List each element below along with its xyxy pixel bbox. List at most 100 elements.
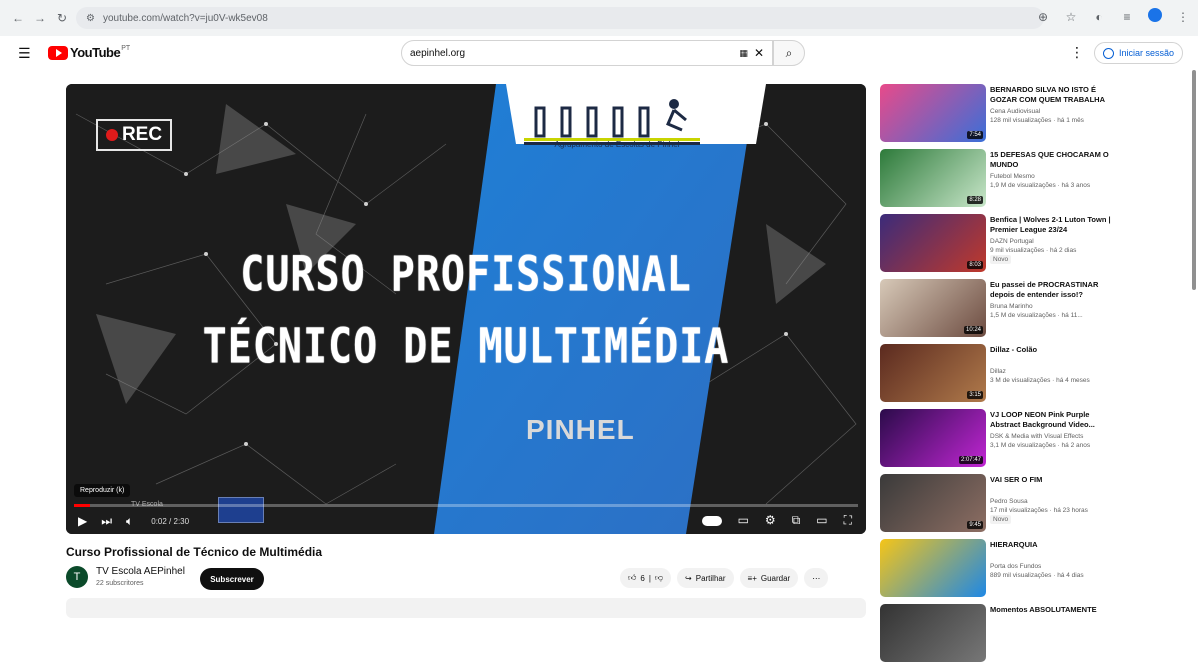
recommended-channel[interactable]: Dillaz [990,367,1114,376]
rec-badge: REC [96,119,172,151]
duration-badge: 9:45 [967,521,983,529]
recommended-video[interactable]: 7:54 BERNARDO SILVA NO ISTO É GOZAR COM Q… [880,84,1120,148]
duration-badge: 7:54 [967,131,983,139]
youtube-play-icon [48,45,68,60]
menu-icon[interactable]: ☰ [18,45,31,62]
browser-actions: ⊕ ☆ ◐ ≡ ⋮ [1034,8,1192,25]
settings-gear-icon[interactable]: ⚙ [765,513,776,529]
duration-badge: 8:28 [967,196,983,204]
video-thumbnail[interactable]: 3:15 [880,344,986,402]
divider: | [648,573,651,583]
video-overlay-title-line1: CURSO PROFISSIONAL [240,247,692,303]
recommended-video[interactable]: 9:45 VAI SER O FIM Pedro Sousa 17 mil visua… [880,474,1120,538]
more-actions-button[interactable]: ⋯ [804,568,829,588]
youtube-logo[interactable]: YouTube PT [48,45,130,60]
search-button[interactable]: ⌕ [773,40,805,66]
recommended-title[interactable]: VAI SER O FIM [990,475,1114,485]
video-thumbnail[interactable] [880,539,986,597]
extensions-icon[interactable]: ◐ [1090,10,1108,24]
translate-icon[interactable]: ⊕ [1034,10,1052,24]
recommended-channel[interactable]: Cena Audiovisual [990,107,1114,116]
recommended-meta: 1,5 M de visualizações · há 11... [990,312,1083,319]
site-info-icon[interactable]: ⚙ [86,13,95,24]
record-dot-icon [105,129,118,141]
clear-icon[interactable]: ✕ [754,46,764,60]
bookmark-star-icon[interactable]: ☆ [1062,10,1080,24]
play-icon[interactable]: ▶ [78,514,87,528]
video-thumbnail[interactable]: 7:54 [880,84,986,142]
video-thumbnail[interactable]: 10:24 [880,279,986,337]
recommended-channel[interactable]: Pedro Sousa [990,497,1114,506]
thumbs-up-icon: 👍︎ [628,573,637,582]
recommended-title[interactable]: Momentos ABSOLUTAMENTE [990,605,1114,615]
recommended-title[interactable]: Benfica | Wolves 2-1 Luton Town | Premie… [990,215,1114,235]
recommended-title[interactable]: BERNARDO SILVA NO ISTO É GOZAR COM QUEM … [990,85,1114,105]
save-button[interactable]: ≡+ Guardar [739,568,799,588]
forward-icon[interactable]: → [30,8,50,28]
like-count: 6 [640,573,645,583]
duration-badge: 3:15 [967,391,983,399]
recommended-video[interactable]: Momentos ABSOLUTAMENTE [880,604,1120,668]
recommended-channel[interactable]: Bruna Marinho [990,302,1114,311]
miniplayer-icon[interactable]: ⧉ [792,513,801,529]
play-tooltip: Reproduzir (k) [74,484,131,497]
reload-icon[interactable]: ↻ [52,8,72,28]
school-name: Agrupamento de Escolas de Pinhel [554,140,680,149]
video-thumbnail[interactable] [880,604,986,662]
subscribe-button[interactable]: Subscrever [200,568,264,590]
recommended-title[interactable]: HIERARQUIA [990,540,1114,550]
rec-label: REC [121,124,163,145]
recommended-title[interactable]: Dillaz - Colão [990,345,1114,355]
youtube-header: ☰ YouTube PT ▦ ✕ ⌕ ⋮ Iniciar sessão [0,36,1198,70]
video-thumbnail[interactable]: 9:45 [880,474,986,532]
keyboard-icon[interactable]: ▦ [739,48,748,59]
share-button[interactable]: ↪ Partilhar [677,568,734,588]
subscriber-count: 22 subscritores [96,580,144,587]
thumbs-down-icon[interactable]: 👎︎ [655,573,663,583]
video-thumbnail[interactable]: 8:28 [880,149,986,207]
tab-search-icon[interactable]: ≡ [1118,10,1136,24]
recommended-channel[interactable]: Futebol Mesmo [990,172,1114,181]
address-bar[interactable]: ⚙ youtube.com/watch?v=ju0V-wk5ev08 [76,7,1044,29]
recommended-video[interactable]: 8:03 Benfica | Wolves 2-1 Luton Town | Pr… [880,214,1120,278]
video-thumbnail[interactable]: 8:03 [880,214,986,272]
settings-more-icon[interactable]: ⋮ [1070,44,1084,61]
recommended-channel[interactable]: Porta dos Fundos [990,562,1114,571]
signin-button[interactable]: Iniciar sessão [1094,42,1184,64]
progress-bar[interactable] [74,504,858,507]
channel-name[interactable]: TV Escola AEPinhel [96,566,185,577]
recommended-meta: 9 mil visualizações · há 2 dias [990,247,1077,254]
subtitles-icon[interactable]: ▭ [738,513,749,529]
recommended-title[interactable]: Eu passei de PROCRASTINAR depois de ente… [990,280,1114,300]
recommended-video[interactable]: 10:24 Eu passei de PROCRASTINAR depois de… [880,279,1120,343]
recommended-video[interactable]: 2:07:47 VJ LOOP NEON Pink Purple Abstract… [880,409,1120,473]
recommended-meta: 3,1 M de visualizações · há 2 anos [990,442,1091,449]
channel-avatar[interactable]: T [66,566,88,588]
recommended-title[interactable]: 15 DEFESAS QUE CHOCARAM O MUNDO [990,150,1114,170]
recommended-channel[interactable]: DSK & Media with Visual Effects [990,432,1114,441]
video-thumbnail[interactable]: 2:07:47 [880,409,986,467]
browser-menu-icon[interactable]: ⋮ [1174,10,1192,24]
duration-badge: 2:07:47 [958,456,983,464]
back-icon[interactable]: ← [8,8,28,28]
video-frame-background [66,84,866,534]
video-player[interactable]: REC Agrupamento de Escolas de Pinhel CUR… [66,84,866,534]
description-box[interactable] [66,598,866,618]
volume-icon[interactable]: 🔈︎ [126,514,133,529]
page-scrollbar[interactable] [1192,70,1196,290]
profile-avatar[interactable] [1146,8,1164,25]
time-display: 0:02 / 2:30 [151,516,190,526]
search-input[interactable] [410,47,740,59]
theater-mode-icon[interactable]: ▭ [816,513,827,529]
fullscreen-icon[interactable]: ⛶ [844,513,852,529]
next-icon[interactable]: ⏭ [101,514,112,529]
autoplay-toggle[interactable] [701,513,722,529]
recommended-video[interactable]: HIERARQUIA Porta dos Fundos 889 mil visual… [880,539,1120,603]
more-horizontal-icon: ⋯ [812,573,821,583]
recommended-video[interactable]: 3:15 Dillaz - Colão Dillaz 3 M de visualiza… [880,344,1120,408]
recommended-video[interactable]: 8:28 15 DEFESAS QUE CHOCARAM O MUNDO Futeb… [880,149,1120,213]
recommended-title[interactable]: VJ LOOP NEON Pink Purple Abstract Backgr… [990,410,1114,430]
like-button[interactable]: 👍︎ 6 | 👎︎ [620,568,672,588]
recommended-channel[interactable]: DAZN Portugal [990,237,1114,246]
recommended-meta: 3 M de visualizações · há 4 meses [990,377,1090,384]
